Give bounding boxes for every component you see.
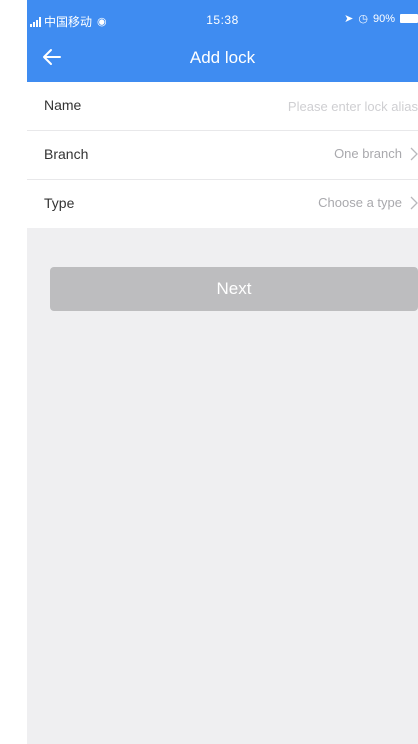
status-indicators: ➤ ◷ 90%	[344, 12, 418, 25]
page-title: Add lock	[189, 48, 256, 67]
battery-icon	[400, 14, 418, 23]
alarm-icon: ◷	[358, 13, 368, 25]
chevron-right-icon	[410, 147, 418, 161]
lock-alias-input[interactable]	[147, 96, 418, 116]
location-icon: ➤	[344, 13, 354, 25]
status-bar: 中国移动 ◉ 15:38 ➤ ◷ 90%	[27, 0, 418, 36]
branch-value: One branch	[334, 146, 402, 161]
type-value: Choose a type	[318, 195, 402, 210]
next-button[interactable]: Next	[50, 267, 418, 311]
nav-bar: Add lock	[27, 36, 418, 82]
header: 中国移动 ◉ 15:38 ➤ ◷ 90% Add lock	[27, 0, 418, 82]
branch-row[interactable]: Branch One branch	[27, 131, 418, 180]
branch-label: Branch	[44, 146, 89, 162]
name-label: Name	[44, 97, 82, 113]
type-label: Type	[44, 195, 75, 211]
type-row[interactable]: Type Choose a type	[27, 180, 418, 228]
app-screen: 中国移动 ◉ 15:38 ➤ ◷ 90% Add lock Name Branc…	[27, 0, 418, 744]
chevron-right-icon	[410, 196, 418, 210]
name-row[interactable]: Name	[27, 82, 418, 131]
battery-percent: 90%	[372, 12, 395, 25]
lock-form: Name Branch One branch Type Choose a typ…	[27, 82, 418, 228]
